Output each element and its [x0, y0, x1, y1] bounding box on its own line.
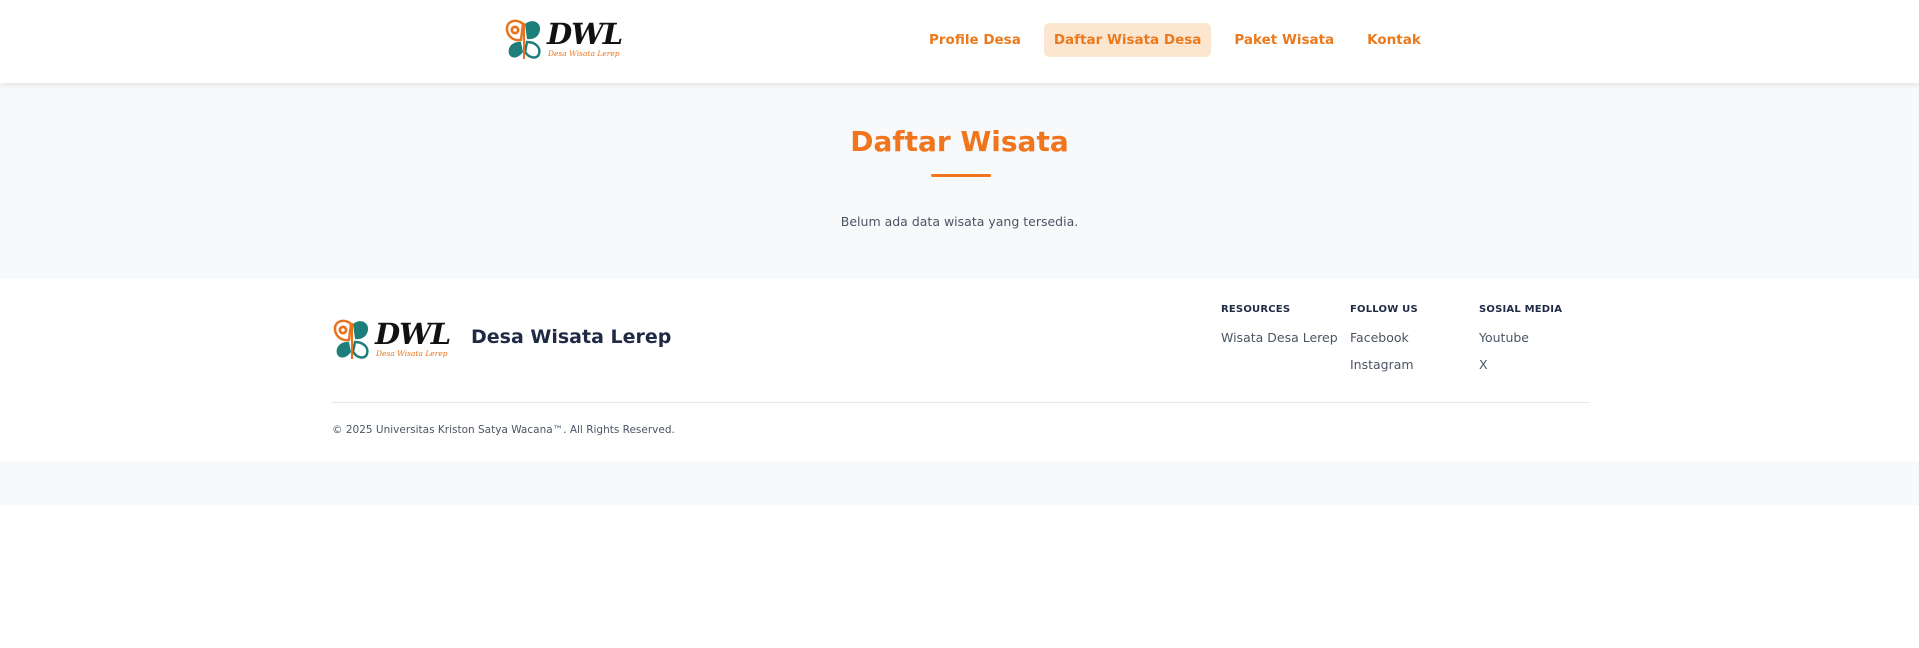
page-title: Daftar Wisata [850, 125, 1069, 158]
nav-profile-desa[interactable]: Profile Desa [919, 23, 1031, 57]
logo-wordmark: DWL [375, 317, 451, 351]
footer-column-follow-us: FOLLOW US Facebook Instagram [1350, 304, 1418, 372]
main-content: Daftar Wisata Belum ada data wisata yang… [0, 83, 1919, 279]
footer-link-wisata-desa-lerep[interactable]: Wisata Desa Lerep [1221, 330, 1338, 345]
logo-tagline: Desa Wisata Lerep [376, 349, 448, 358]
logo-wordmark: DWL [547, 17, 623, 51]
footer-heading: RESOURCES [1221, 304, 1291, 315]
nav-paket-wisata[interactable]: Paket Wisata [1224, 23, 1344, 57]
footer-column-resources: RESOURCES Wisata Desa Lerep [1221, 304, 1338, 345]
empty-state-message: Belum ada data wisata yang tersedia. [840, 214, 1079, 229]
footer-heading: SOSIAL MEDIA [1479, 304, 1563, 315]
main-nav: Profile Desa Daftar Wisata Desa Paket Wi… [919, 23, 1431, 57]
butterfly-logo-icon [505, 19, 541, 59]
site-footer: DWL Desa Wisata Lerep Desa Wisata Lerep … [1, 281, 1918, 461]
footer-divider [332, 402, 1590, 403]
footer-link-x[interactable]: X [1479, 357, 1562, 372]
title-underline [931, 174, 991, 177]
site-header: DWL Desa Wisata Lerep Profile Desa Dafta… [0, 0, 1919, 83]
footer-link-youtube[interactable]: Youtube [1479, 330, 1562, 345]
footer-logo[interactable]: DWL Desa Wisata Lerep [332, 317, 451, 361]
nav-daftar-wisata-desa[interactable]: Daftar Wisata Desa [1043, 23, 1212, 57]
header-logo[interactable]: DWL Desa Wisata Lerep [504, 17, 623, 61]
footer-link-facebook[interactable]: Facebook [1350, 330, 1418, 345]
footer-column-sosial-media: SOSIAL MEDIA Youtube X [1479, 304, 1562, 372]
footer-heading: FOLLOW US [1350, 304, 1418, 315]
butterfly-logo-icon [333, 319, 369, 359]
copyright-text: © 2025 Universitas Kriston Satya Wacana™… [332, 424, 675, 436]
footer-brand-name: Desa Wisata Lerep [471, 326, 672, 348]
logo-tagline: Desa Wisata Lerep [548, 49, 620, 58]
page-bottom-band [0, 461, 1919, 505]
nav-kontak[interactable]: Kontak [1357, 23, 1431, 57]
footer-link-instagram[interactable]: Instagram [1350, 357, 1418, 372]
